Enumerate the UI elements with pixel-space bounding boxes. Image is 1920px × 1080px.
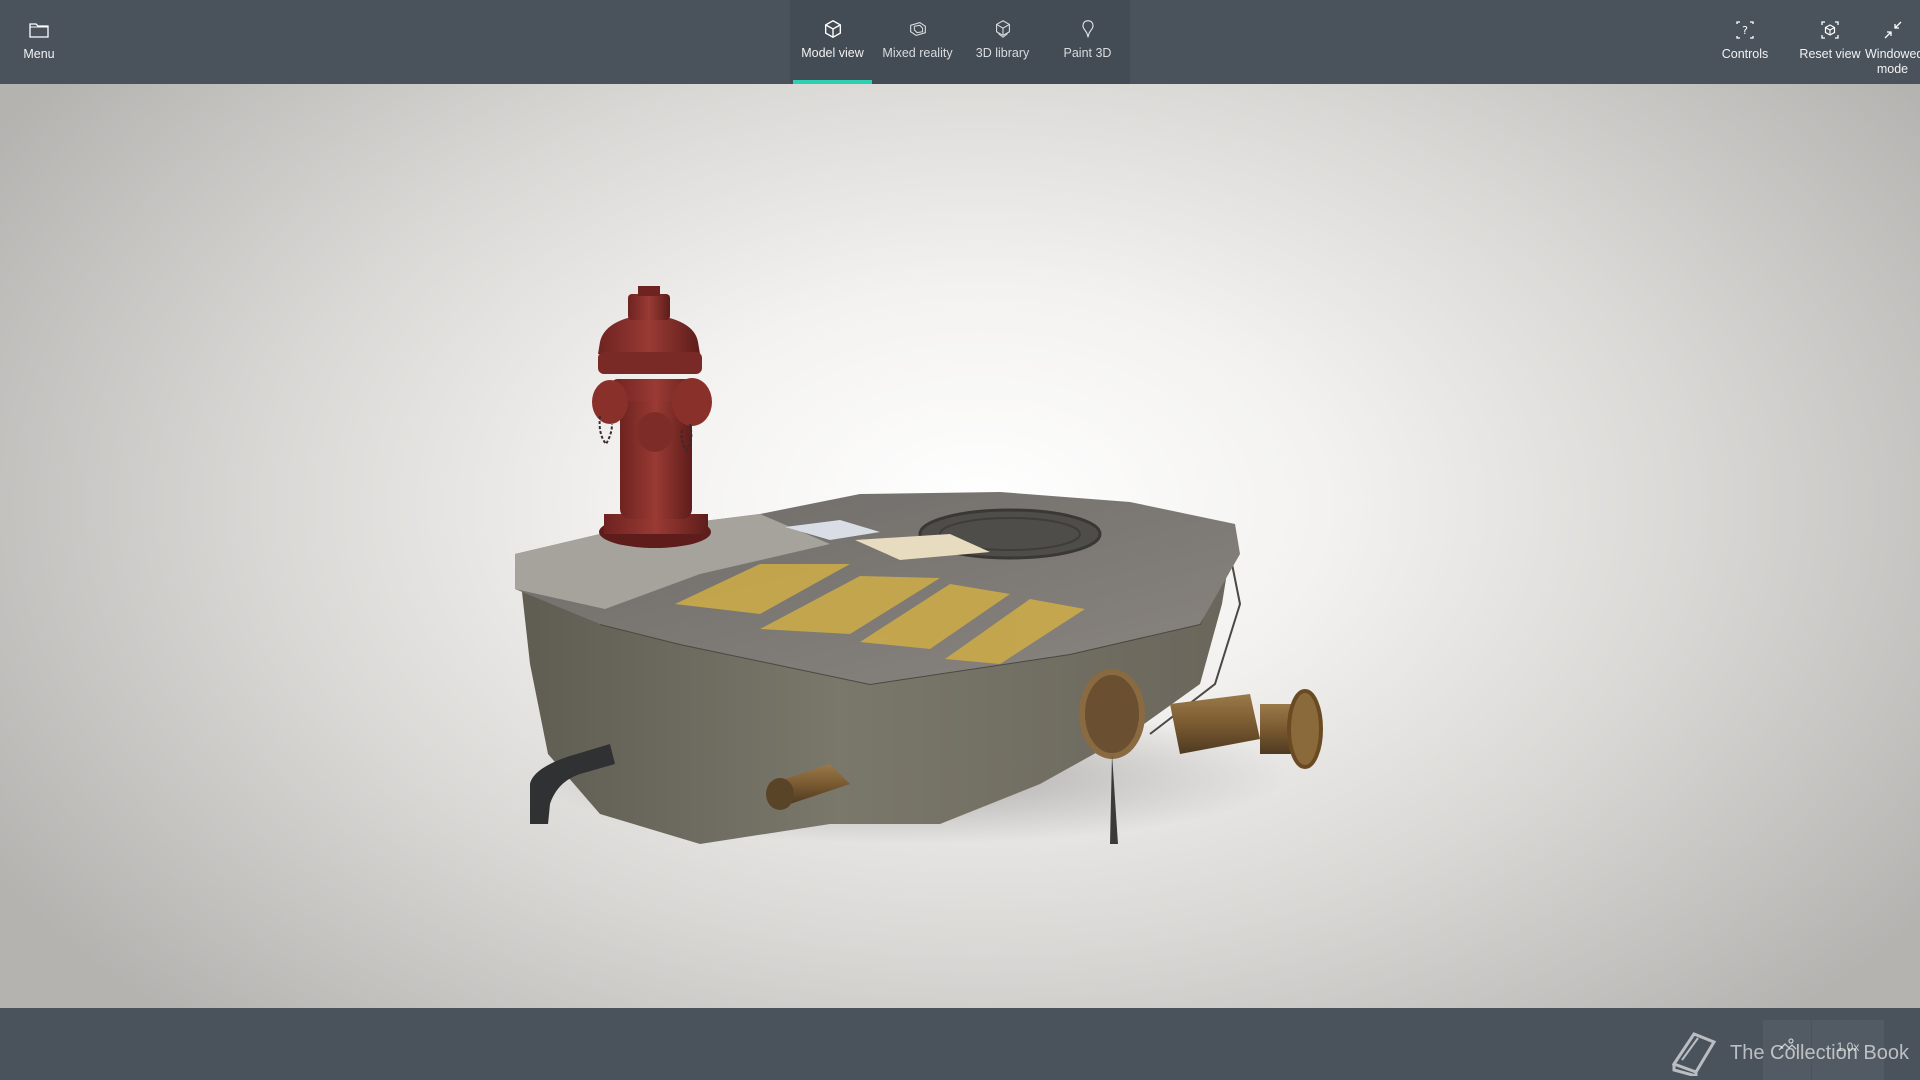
reset-view-button[interactable]: Reset view	[1790, 0, 1870, 84]
tab-mixed-reality-label: Mixed reality	[882, 46, 953, 60]
tab-model-view-label: Model view	[801, 46, 864, 60]
windowed-mode-button[interactable]: Windowed mode	[1865, 0, 1920, 84]
mixed-reality-icon	[909, 21, 926, 37]
3d-library-icon	[995, 20, 1010, 38]
fire-hydrant	[592, 286, 712, 548]
3d-viewport[interactable]	[0, 84, 1920, 1008]
tab-3d-library-label: 3D library	[975, 46, 1030, 60]
reset-view-icon	[1821, 21, 1839, 39]
zoom-level-label: 1.0x	[1836, 1040, 1860, 1054]
menu-label: Menu	[23, 47, 55, 61]
svg-text:?: ?	[1742, 24, 1748, 37]
controls-label: Controls	[1721, 47, 1769, 61]
3d-model[interactable]	[0, 84, 1920, 1008]
tab-paint-3d-label: Paint 3D	[1063, 46, 1112, 60]
cube-icon	[824, 19, 841, 39]
tab-mixed-reality[interactable]: Mixed reality	[875, 0, 960, 84]
folder-icon	[29, 23, 49, 38]
paint-3d-icon	[1081, 20, 1094, 38]
tab-model-view[interactable]: Model view	[790, 0, 875, 84]
round-pipe-opening	[1079, 669, 1145, 759]
tab-3d-library[interactable]: 3D library	[960, 0, 1045, 84]
collapse-arrows-icon	[1884, 21, 1901, 39]
controls-help-icon: ?	[1736, 21, 1754, 39]
reset-view-label: Reset view	[1799, 47, 1861, 61]
tab-paint-3d[interactable]: Paint 3D	[1045, 0, 1130, 84]
controls-button[interactable]: ? Controls	[1710, 0, 1780, 84]
view-tabs: Model view Mixed reality 3D library Pain…	[790, 0, 1130, 84]
environment-button[interactable]	[1763, 1020, 1811, 1080]
menu-button[interactable]: Menu	[14, 0, 64, 84]
windowed-mode-label: Windowed mode	[1865, 47, 1920, 76]
bottom-bar	[0, 1008, 1920, 1080]
environment-icon	[1778, 1038, 1797, 1051]
zoom-level-button[interactable]: 1.0x	[1812, 1020, 1884, 1080]
top-toolbar: Menu Model view Mixed reality 3D library…	[0, 0, 1920, 84]
